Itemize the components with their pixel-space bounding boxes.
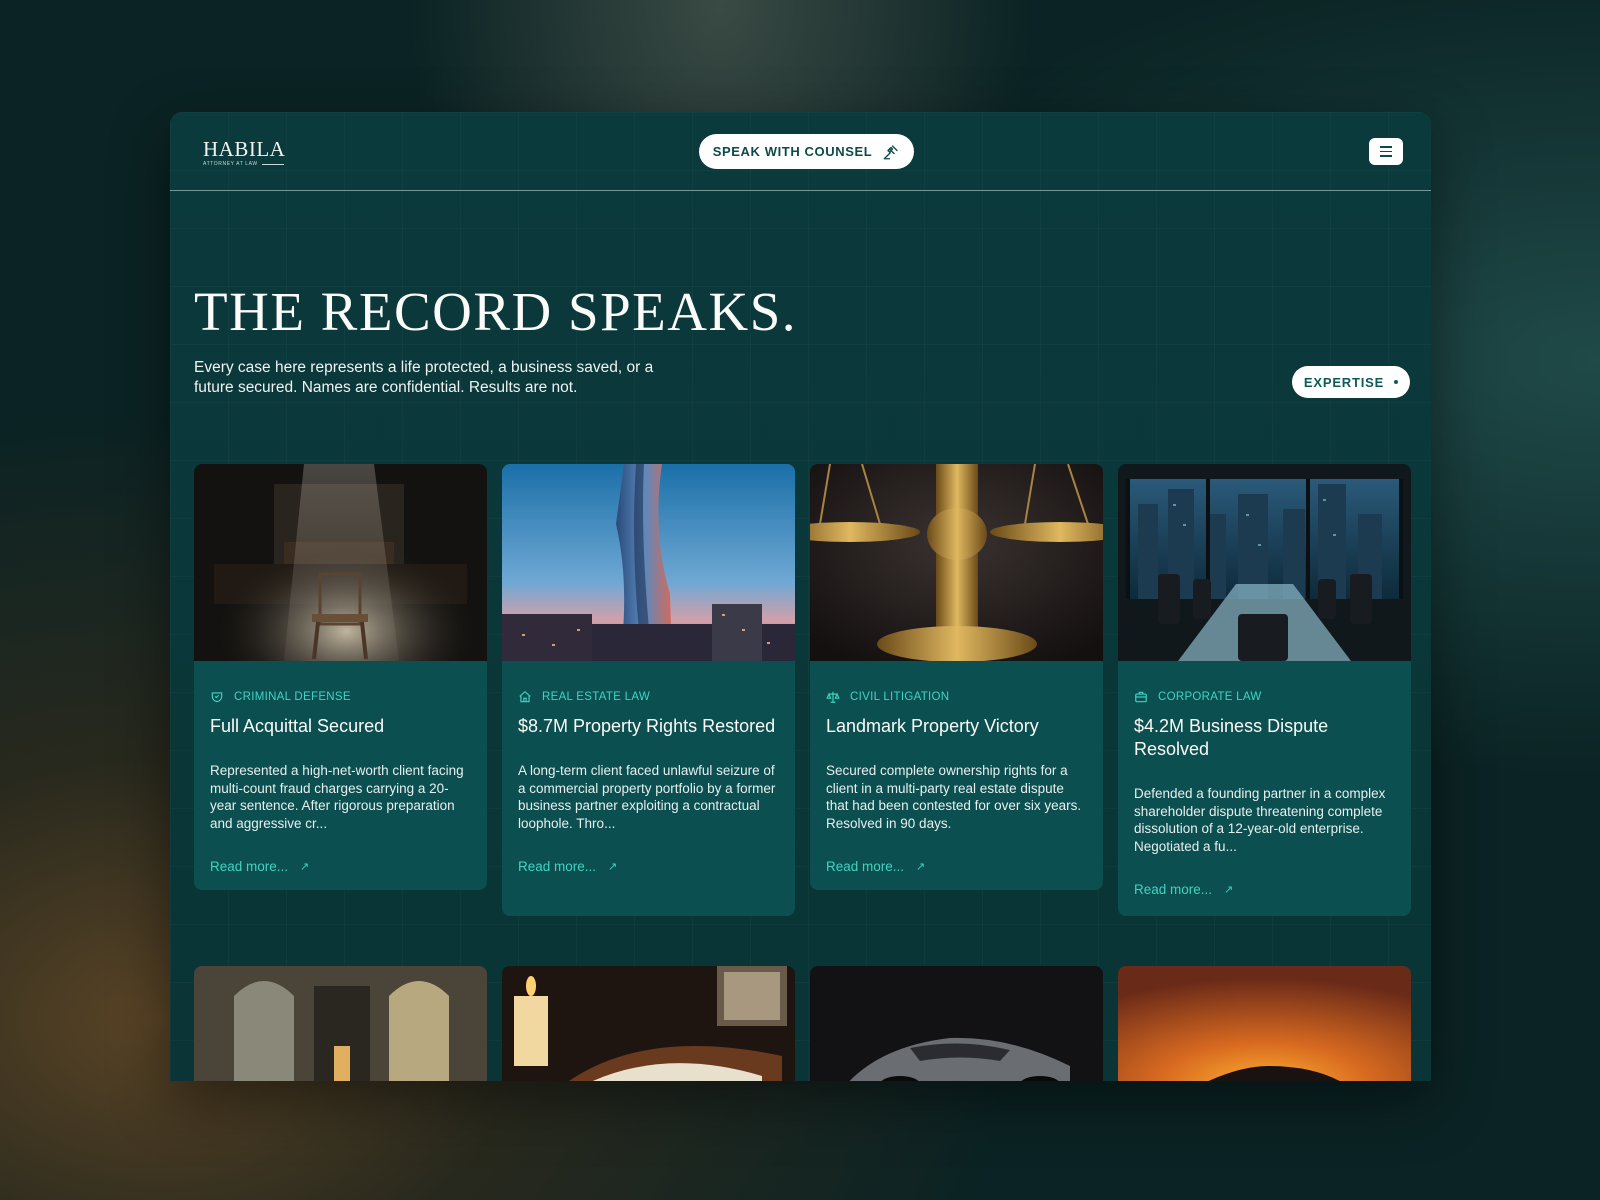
expertise-label: EXPERTISE xyxy=(1303,374,1385,390)
arrow-up-right-icon: ↗ xyxy=(608,861,618,873)
home-icon xyxy=(519,690,531,703)
read-more-label: Read more... xyxy=(518,859,597,874)
category-label: REAL ESTATE LAW xyxy=(542,691,651,703)
category-label: CRIMINAL DEFENSE xyxy=(234,691,351,703)
card-description: Defended a founding partner in a complex… xyxy=(1134,786,1386,854)
card-title: Landmark Property Victory xyxy=(826,716,1039,736)
read-more-label: Read more... xyxy=(1134,882,1213,897)
category-label: CIVIL LITIGATION xyxy=(850,691,950,703)
read-more-link[interactable]: Read more... ↗ xyxy=(210,859,471,874)
read-more-label: Read more... xyxy=(826,859,905,874)
card-title: $4.2M Business Dispute Resolved xyxy=(1134,716,1329,759)
case-thumbnail-candle[interactable] xyxy=(502,966,795,1081)
logo[interactable]: HABILA ATTORNEY AT LAW xyxy=(203,138,285,167)
dot-icon xyxy=(1394,380,1399,384)
card-title: Full Acquittal Secured xyxy=(210,716,385,736)
page-subtitle: Every case here represents a life protec… xyxy=(194,359,654,396)
hamburger-icon xyxy=(1380,146,1392,148)
read-more-label: Read more... xyxy=(210,859,289,874)
cta-label: SPEAK WITH COUNSEL xyxy=(712,144,873,159)
app-frame: HABILA ATTORNEY AT LAW SPEAK WITH COUNSE… xyxy=(170,112,1431,1081)
card-description: Secured complete ownership rights for a … xyxy=(826,763,1082,831)
speak-with-counsel-button[interactable]: SPEAK WITH COUNSEL xyxy=(699,134,914,169)
case-card-real-estate[interactable]: REAL ESTATE LAW $8.7M Property Rights Re… xyxy=(502,464,795,916)
menu-button[interactable] xyxy=(1369,138,1403,165)
case-card-criminal-defense[interactable]: CRIMINAL DEFENSE Full Acquittal Secured … xyxy=(194,464,487,890)
card-title: $8.7M Property Rights Restored xyxy=(518,716,776,736)
category-label: CORPORATE LAW xyxy=(1158,691,1262,703)
gavel-icon xyxy=(883,144,898,159)
briefcase-icon xyxy=(1135,691,1147,703)
card-description: A long-term client faced unlawful seizur… xyxy=(518,763,776,831)
case-thumbnail-hall[interactable] xyxy=(194,966,487,1081)
read-more-link[interactable]: Read more... ↗ xyxy=(1134,882,1395,897)
scales-icon xyxy=(826,691,840,703)
case-card-corporate-law[interactable]: CORPORATE LAW $4.2M Business Dispute Res… xyxy=(1118,464,1411,916)
boardroom-image xyxy=(1118,464,1411,661)
skyscraper-image xyxy=(502,464,795,661)
page-title: THE RECORD SPEAKS. xyxy=(194,281,798,342)
shield-icon xyxy=(211,692,223,703)
logo-line xyxy=(261,163,284,165)
card-category: CORPORATE LAW xyxy=(1134,689,1395,705)
logo-tagline-text: ATTORNEY AT LAW xyxy=(203,161,258,167)
case-thumbnail-car[interactable] xyxy=(810,966,1103,1081)
read-more-link[interactable]: Read more... ↗ xyxy=(826,859,1087,874)
arrow-up-right-icon: ↗ xyxy=(916,861,926,873)
courtroom-image xyxy=(194,464,487,661)
card-category: REAL ESTATE LAW xyxy=(518,689,779,705)
scales-image xyxy=(810,464,1103,661)
expertise-button[interactable]: EXPERTISE xyxy=(1292,366,1410,398)
logo-name: HABILA xyxy=(203,137,286,161)
card-category: CRIMINAL DEFENSE xyxy=(210,689,471,705)
logo-tagline: ATTORNEY AT LAW xyxy=(203,161,285,167)
card-description: Represented a high-net-worth client faci… xyxy=(210,763,464,831)
site-header: HABILA ATTORNEY AT LAW SPEAK WITH COUNSE… xyxy=(170,112,1431,191)
arrow-up-right-icon: ↗ xyxy=(300,861,310,873)
card-category: CIVIL LITIGATION xyxy=(826,689,1087,705)
arrow-up-right-icon: ↗ xyxy=(1224,884,1234,896)
read-more-link[interactable]: Read more... ↗ xyxy=(518,859,779,874)
case-card-civil-litigation[interactable]: CIVIL LITIGATION Landmark Property Victo… xyxy=(810,464,1103,890)
case-thumbnail-sunset[interactable] xyxy=(1118,966,1411,1081)
